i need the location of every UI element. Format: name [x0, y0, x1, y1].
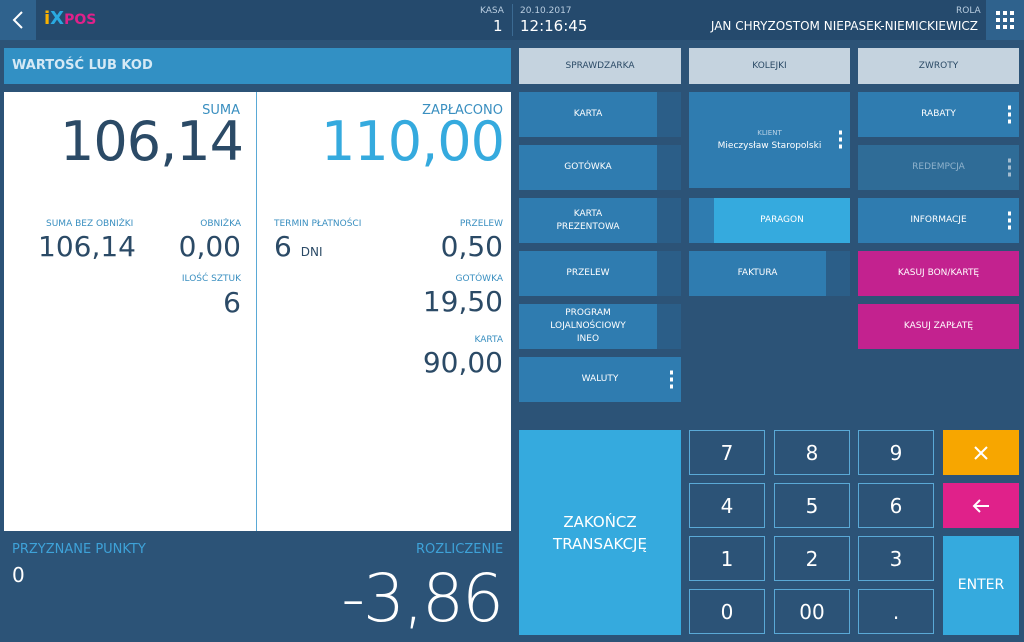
settlement-label: ROZLICZENIE [416, 542, 504, 557]
waluty-button-label: WALUTY [581, 374, 619, 384]
sprawdzarka-button[interactable]: SPRAWDZARKA [519, 48, 681, 84]
ilosc-sztuk-value: 6 [223, 286, 241, 319]
search-input[interactable]: WARTOŚĆ LUB KOD [4, 48, 511, 84]
karta-prezentowa-button[interactable]: KARTA PREZENTOWA [519, 198, 681, 243]
redempcja-button-label: REDEMPCJA [912, 162, 965, 172]
informacje-button[interactable]: INFORMACJE [858, 198, 1019, 243]
kasa-value: 1 [493, 17, 503, 35]
key-dot[interactable]: . [858, 589, 934, 634]
more-options-icon[interactable] [1008, 211, 1011, 230]
obnizka-label: OBNIŻKA [200, 219, 241, 229]
backspace-button[interactable] [943, 483, 1019, 528]
rabaty-button-label: RABATY [921, 109, 956, 119]
kolejki-button[interactable]: KOLEJKI [689, 48, 850, 84]
karta-prezentowa-side-strip [657, 198, 681, 243]
close-icon [974, 445, 988, 460]
key-7[interactable]: 7 [689, 430, 765, 475]
finish-transaction-button[interactable]: ZAKOŃCZ TRANSAKCJĘ [519, 430, 681, 635]
clear-button[interactable] [943, 430, 1019, 475]
ilosc-sztuk-label: ILOŚĆ SZTUK [181, 274, 241, 284]
more-options-icon[interactable] [1008, 158, 1011, 177]
suma-bez-obnizki-label: SUMA BEZ OBNIŻKI [46, 219, 134, 229]
key-3[interactable]: 3 [858, 536, 934, 581]
more-options-icon[interactable] [839, 130, 842, 150]
informacje-button-label: INFORMACJE [910, 215, 967, 225]
more-options-icon[interactable] [1008, 105, 1011, 124]
payment-value-przelew: 0,50 [440, 230, 503, 263]
summary-divider [256, 92, 257, 531]
paragon-button[interactable]: PARAGON [714, 198, 850, 243]
program-side-strip [657, 304, 681, 349]
key-5[interactable]: 5 [774, 483, 850, 528]
chevron-left-icon [12, 11, 23, 29]
obnizka-value: 0,00 [178, 230, 241, 263]
kasa-label: KASA [480, 6, 504, 16]
karta-button-label: KARTA [573, 109, 603, 119]
termin-platnosci-label: TERMIN PŁATNOŚCI [274, 219, 362, 229]
suma-bez-obnizki-value: 106,14 [38, 230, 136, 263]
karta-button[interactable]: KARTA [519, 92, 681, 137]
app-logo: iXPOS [44, 8, 97, 29]
rola-label: ROLA [956, 6, 981, 16]
program-lojalnosciowy-label: PROGRAM LOJALNOŚCIOWY INEO [550, 308, 626, 344]
points-value: 0 [12, 563, 25, 587]
more-options-icon[interactable] [670, 370, 673, 389]
payment-label-gotowka: GOTÓWKA [455, 274, 503, 284]
faktura-side-strip [826, 251, 850, 296]
gotowka-side-strip [657, 145, 681, 190]
client-button[interactable]: KLIENT Mieczysław Staropolski [689, 92, 850, 188]
faktura-button[interactable]: FAKTURA [689, 251, 850, 296]
redempcja-button[interactable]: REDEMPCJA [858, 145, 1019, 190]
gotowka-button-label: GOTÓWKA [564, 162, 612, 172]
settlement-value: -3,86 [341, 560, 504, 637]
przelew-button-label: PRZELEW [566, 268, 610, 278]
zwroty-button[interactable]: ZWROTY [858, 48, 1019, 84]
payment-label-karta: KARTA [474, 335, 503, 345]
client-name: Mieczysław Staropolski [717, 141, 822, 151]
gotowka-button[interactable]: GOTÓWKA [519, 145, 681, 190]
key-9[interactable]: 9 [858, 430, 934, 475]
waluty-button[interactable]: WALUTY [519, 357, 681, 402]
zaplacono-value: 110,00 [321, 110, 505, 173]
grid-menu-icon[interactable] [986, 0, 1024, 40]
finish-line1: ZAKOŃCZ [563, 512, 637, 531]
header-divider [512, 4, 513, 36]
header-time: 12:16:45 [520, 17, 588, 35]
key-6[interactable]: 6 [858, 483, 934, 528]
key-8[interactable]: 8 [774, 430, 850, 475]
key-1[interactable]: 1 [689, 536, 765, 581]
payment-label-przelew: PRZELEW [459, 219, 503, 229]
finish-line2: TRANSAKCJĘ [553, 534, 647, 553]
kasuj-zaplate-button[interactable]: KASUJ ZAPŁATĘ [858, 304, 1019, 349]
key-00[interactable]: 00 [774, 589, 850, 634]
points-label: PRZYZNANE PUNKTY [12, 542, 146, 557]
suma-value: 106,14 [60, 110, 244, 173]
key-0[interactable]: 0 [689, 589, 765, 634]
key-4[interactable]: 4 [689, 483, 765, 528]
termin-platnosci-value: 6 DNI [274, 230, 323, 263]
karta-prezentowa-label: KARTA PREZENTOWA [556, 208, 620, 232]
paragon-toggle[interactable]: PARAGON [689, 198, 850, 243]
enter-button[interactable]: ENTER [943, 536, 1019, 635]
przelew-button[interactable]: PRZELEW [519, 251, 681, 296]
header-date: 20.10.2017 [520, 6, 572, 16]
kasuj-bon-button[interactable]: KASUJ BON/KARTĘ [858, 251, 1019, 296]
payment-value-gotowka: 19,50 [422, 285, 503, 318]
back-button[interactable] [0, 0, 36, 40]
user-name: JAN CHRYZOSTOM NIEPASEK-NIEMICKIEWICZ [710, 19, 978, 33]
faktura-button-label: FAKTURA [737, 268, 778, 278]
karta-side-strip [657, 92, 681, 137]
payment-value-karta: 90,00 [422, 346, 503, 379]
key-2[interactable]: 2 [774, 536, 850, 581]
client-label: KLIENT [757, 129, 782, 137]
przelew-side-strip [657, 251, 681, 296]
program-lojalnosciowy-button[interactable]: PROGRAM LOJALNOŚCIOWY INEO [519, 304, 681, 349]
arrow-left-icon [972, 498, 989, 513]
rabaty-button[interactable]: RABATY [858, 92, 1019, 137]
